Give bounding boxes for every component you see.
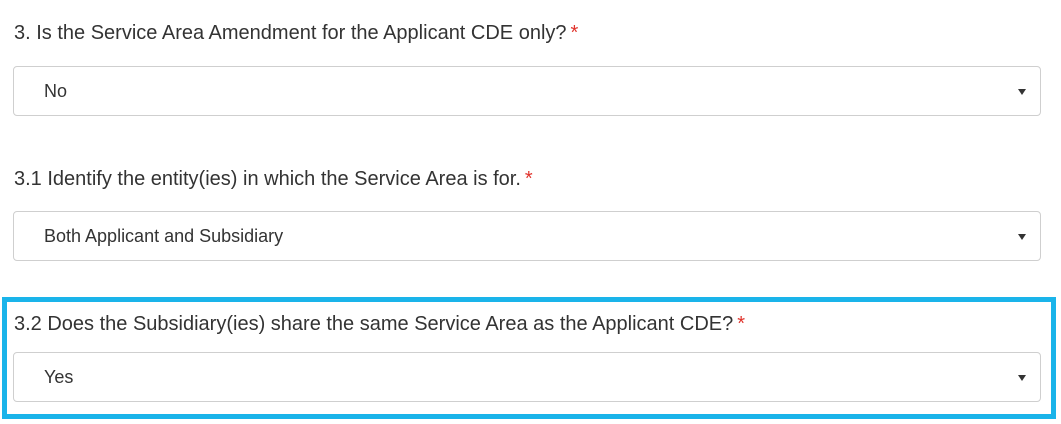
caret-down-icon [1018, 89, 1026, 95]
question-3-1-selected-value: Both Applicant and Subsidiary [44, 226, 284, 246]
question-3-select[interactable]: No [13, 66, 1041, 116]
caret-down-icon [1018, 375, 1026, 381]
question-3-2-selected-value: Yes [44, 367, 74, 387]
question-3-selected-value: No [44, 81, 68, 101]
question-3-2-select[interactable]: Yes [13, 352, 1041, 402]
required-indicator: * [524, 168, 533, 190]
required-indicator: * [737, 313, 746, 335]
question-3-2-label: 3.2 Does the Subsidiary(ies) share the s… [14, 313, 745, 336]
question-3-1-text: 3.1 Identify the entity(ies) in which th… [14, 168, 521, 190]
question-3-text: 3. Is the Service Area Amendment for the… [14, 22, 567, 44]
question-3-label: 3. Is the Service Area Amendment for the… [14, 22, 578, 45]
question-3-1-label: 3.1 Identify the entity(ies) in which th… [14, 168, 533, 191]
question-3-1-select[interactable]: Both Applicant and Subsidiary [13, 211, 1041, 261]
caret-down-icon [1018, 234, 1026, 240]
question-3-2-text: 3.2 Does the Subsidiary(ies) share the s… [14, 313, 734, 335]
required-indicator: * [570, 22, 579, 44]
